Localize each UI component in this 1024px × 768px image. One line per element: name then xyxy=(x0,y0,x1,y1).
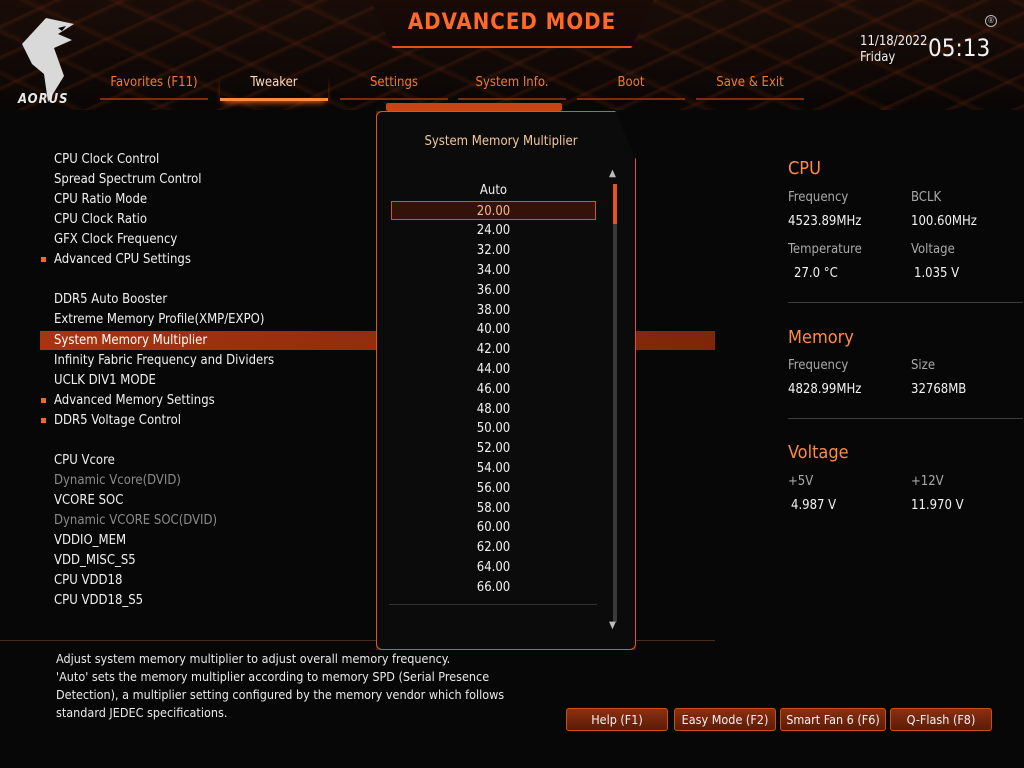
memory-size-value: 32768MB xyxy=(911,382,967,397)
popup-title: System Memory Multiplier xyxy=(424,134,578,149)
popup-divider xyxy=(389,604,597,605)
cpu-temperature-label: Temperature xyxy=(788,242,862,257)
tab-save-exit[interactable]: Save & Exit xyxy=(696,74,804,100)
cpu-temperature-value: 27.0 °C xyxy=(794,266,838,281)
option-item[interactable]: 42.00 xyxy=(391,340,596,359)
option-item[interactable]: 50.00 xyxy=(391,419,596,438)
cpu-section-title: CPU xyxy=(788,158,821,179)
popup-scroll-thumb[interactable] xyxy=(613,184,617,224)
section-divider xyxy=(788,418,1023,419)
cpu-voltage-value: 1.035 V xyxy=(914,266,960,281)
clock: 05:13 xyxy=(928,34,991,62)
tab-settings[interactable]: Settings xyxy=(340,74,448,100)
date-text: 11/18/2022 xyxy=(860,34,928,49)
tab-favorites[interactable]: Favorites (F11) xyxy=(100,74,208,100)
option-item[interactable]: 46.00 xyxy=(391,380,596,399)
option-item[interactable]: 54.00 xyxy=(391,459,596,478)
option-item[interactable]: 64.00 xyxy=(391,558,596,577)
cpu-bclk-label: BCLK xyxy=(911,190,942,205)
info-icon[interactable]: ® xyxy=(985,15,997,27)
help-line: Adjust system memory multiplier to adjus… xyxy=(56,651,451,666)
option-item[interactable]: 44.00 xyxy=(391,360,596,379)
option-item[interactable]: 56.00 xyxy=(391,479,596,498)
main-tabs: Favorites (F11) Tweaker Settings System … xyxy=(100,74,810,101)
voltage-5v-label: +5V xyxy=(788,474,814,489)
tab-system-info[interactable]: System Info. xyxy=(458,74,566,100)
option-selected[interactable]: 20.00 xyxy=(391,201,596,220)
help-line: Detection), a multiplier setting configu… xyxy=(56,687,505,702)
cpu-voltage-label: Voltage xyxy=(911,242,955,257)
cpu-bclk-value: 100.60MHz xyxy=(911,214,977,229)
voltage-5v-value: 4.987 V xyxy=(791,498,837,513)
option-item[interactable]: 52.00 xyxy=(391,439,596,458)
option-item[interactable]: 38.00 xyxy=(391,301,596,320)
memory-multiplier-popup: System Memory Multiplier ▲ ▼ Auto 20.00 … xyxy=(376,111,636,650)
section-divider xyxy=(788,302,1023,303)
memory-size-label: Size xyxy=(911,358,936,373)
scroll-down-icon[interactable]: ▼ xyxy=(609,620,616,631)
date-display: 11/18/2022 Friday xyxy=(860,34,927,66)
option-item[interactable]: 62.00 xyxy=(391,538,596,557)
popup-top-accent xyxy=(386,103,562,111)
cpu-frequency-label: Frequency xyxy=(788,190,849,205)
help-line: standard JEDEC specifications. xyxy=(56,705,228,720)
tab-boot[interactable]: Boot xyxy=(577,74,685,100)
scroll-up-icon[interactable]: ▲ xyxy=(609,168,616,179)
option-item[interactable]: 36.00 xyxy=(391,281,596,300)
option-item[interactable]: 34.00 xyxy=(391,261,596,280)
option-item[interactable]: 66.00 xyxy=(391,578,596,597)
help-description: Adjust system memory multiplier to adjus… xyxy=(56,650,536,722)
cpu-frequency-value: 4523.89MHz xyxy=(788,214,862,229)
option-item[interactable]: 48.00 xyxy=(391,400,596,419)
qflash-button[interactable]: Q-Flash (F8) xyxy=(890,708,992,731)
help-line: 'Auto' sets the memory multiplier accord… xyxy=(56,669,490,684)
voltage-section-title: Voltage xyxy=(788,442,849,463)
option-item[interactable]: 58.00 xyxy=(391,499,596,518)
easy-mode-button[interactable]: Easy Mode (F2) xyxy=(674,708,776,731)
memory-frequency-label: Frequency xyxy=(788,358,849,373)
memory-frequency-value: 4828.99MHz xyxy=(788,382,862,397)
help-button[interactable]: Help (F1) xyxy=(566,708,668,731)
smart-fan-button[interactable]: Smart Fan 6 (F6) xyxy=(780,708,886,731)
page-title: ADVANCED MODE xyxy=(407,10,617,35)
option-auto[interactable]: Auto xyxy=(391,181,596,200)
voltage-12v-label: +12V xyxy=(911,474,944,489)
brand-logo-text: AORUS xyxy=(18,92,69,107)
option-item[interactable]: 60.00 xyxy=(391,518,596,537)
option-item[interactable]: 24.00 xyxy=(391,221,596,240)
option-item[interactable]: 40.00 xyxy=(391,320,596,339)
day-text: Friday xyxy=(860,50,896,65)
tab-tweaker[interactable]: Tweaker xyxy=(220,74,328,101)
option-item[interactable]: 32.00 xyxy=(391,241,596,260)
memory-section-title: Memory xyxy=(788,327,854,348)
popup-scrollbar[interactable] xyxy=(613,184,617,622)
voltage-12v-value: 11.970 V xyxy=(911,498,964,513)
